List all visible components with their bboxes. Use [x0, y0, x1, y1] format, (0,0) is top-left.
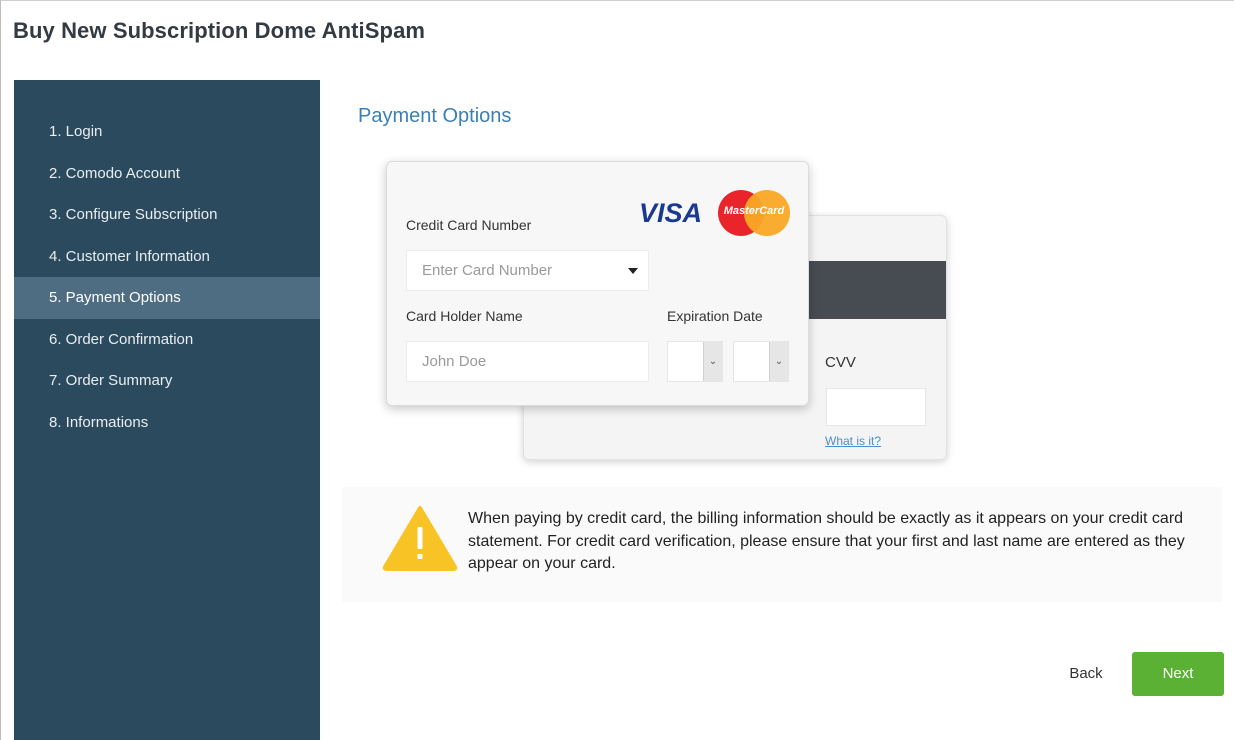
step-order-confirmation[interactable]: 6. Order Confirmation: [14, 319, 320, 361]
back-button[interactable]: Back: [1060, 652, 1112, 696]
chevron-down-icon[interactable]: ⌄: [769, 342, 788, 381]
mastercard-logo: MasterCard: [718, 190, 790, 236]
step-comodo-account[interactable]: 2. Comodo Account: [14, 153, 320, 195]
billing-notice: When paying by credit card, the billing …: [342, 487, 1222, 602]
page-title: Buy New Subscription Dome AntiSpam: [13, 18, 426, 43]
expiration-month-select[interactable]: ⌄: [667, 341, 723, 382]
step-payment-options[interactable]: 5. Payment Options: [14, 277, 320, 319]
holder-name-field[interactable]: John Doe: [406, 341, 649, 382]
step-login[interactable]: 1. Login: [14, 111, 320, 153]
step-configure-subscription[interactable]: 3. Configure Subscription: [14, 194, 320, 236]
wizard-steps: 1. Login 2. Comodo Account 3. Configure …: [14, 111, 320, 443]
step-order-summary[interactable]: 7. Order Summary: [14, 360, 320, 402]
mastercard-wordmark: MasterCard: [723, 205, 785, 217]
chevron-down-icon[interactable]: ⌄: [703, 342, 722, 381]
wizard-sidebar: 1. Login 2. Comodo Account 3. Configure …: [14, 80, 320, 740]
warning-icon: [382, 506, 458, 571]
card-number-field[interactable]: Enter Card Number: [406, 250, 649, 291]
cvv-help-link[interactable]: What is it?: [825, 434, 881, 448]
section-title: Payment Options: [358, 105, 512, 127]
card-front: VISA MasterCard Credit Card Number Enter…: [386, 161, 809, 406]
expiration-year-select[interactable]: ⌄: [733, 341, 789, 382]
expiration-label: Expiration Date: [667, 308, 763, 324]
card-number-placeholder: Enter Card Number: [422, 262, 553, 279]
cvv-input[interactable]: [826, 388, 926, 426]
card-number-label: Credit Card Number: [406, 217, 532, 233]
step-customer-information[interactable]: 4. Customer Information: [14, 236, 320, 278]
next-button[interactable]: Next: [1132, 652, 1224, 696]
cvv-label: CVV: [825, 354, 856, 371]
caret-down-icon[interactable]: [628, 268, 638, 274]
holder-name-placeholder: John Doe: [422, 353, 487, 370]
step-informations[interactable]: 8. Informations: [14, 402, 320, 444]
holder-name-label: Card Holder Name: [406, 308, 523, 324]
visa-logo: VISA: [639, 198, 703, 228]
notice-text: When paying by credit card, the billing …: [468, 510, 1185, 572]
